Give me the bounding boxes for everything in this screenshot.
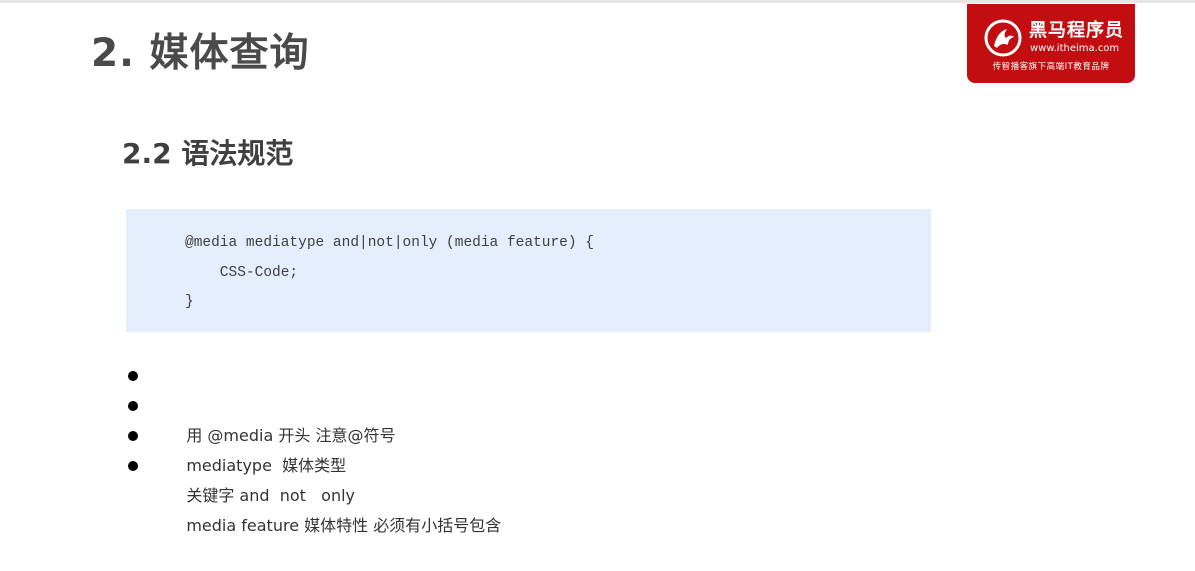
code-line: CSS-Code; [185,265,299,281]
list-item: 用 @media 开头 注意@符号 [126,361,501,445]
logo-tagline: 传智播客旗下高端IT教育品牌 [992,62,1110,72]
section-subtitle: 2.2 语法规范 [122,137,294,170]
code-block: @media mediatype and|not|only (media fea… [126,209,931,332]
bullet-icon [128,371,138,381]
list-item-text: media feature 媒体特性 必须有小括号包含 [186,516,502,535]
bullet-icon [128,401,138,411]
code-line: } [185,294,194,310]
list-item-text: 关键字 and not only [186,486,356,505]
horse-logo-icon [984,19,1022,57]
bullet-list: 用 @media 开头 注意@符号 mediatype 媒体类型 关键字 and… [126,361,501,535]
logo-name: 黑马程序员 [1029,20,1124,41]
list-item: media feature 媒体特性 必须有小括号包含 [126,451,501,535]
list-item: 关键字 and not only [126,421,501,505]
bullet-icon [128,461,138,471]
bullet-icon [128,431,138,441]
list-item: mediatype 媒体类型 [126,391,501,475]
code-line: @media mediatype and|not|only (media fea… [185,235,594,251]
top-border [0,0,1195,3]
slide-title: 2. 媒体查询 [91,31,310,76]
logo-url: www.itheima.com [1030,43,1120,54]
brand-logo: 黑马程序员 www.itheima.com 传智播客旗下高端IT教育品牌 [967,4,1135,83]
